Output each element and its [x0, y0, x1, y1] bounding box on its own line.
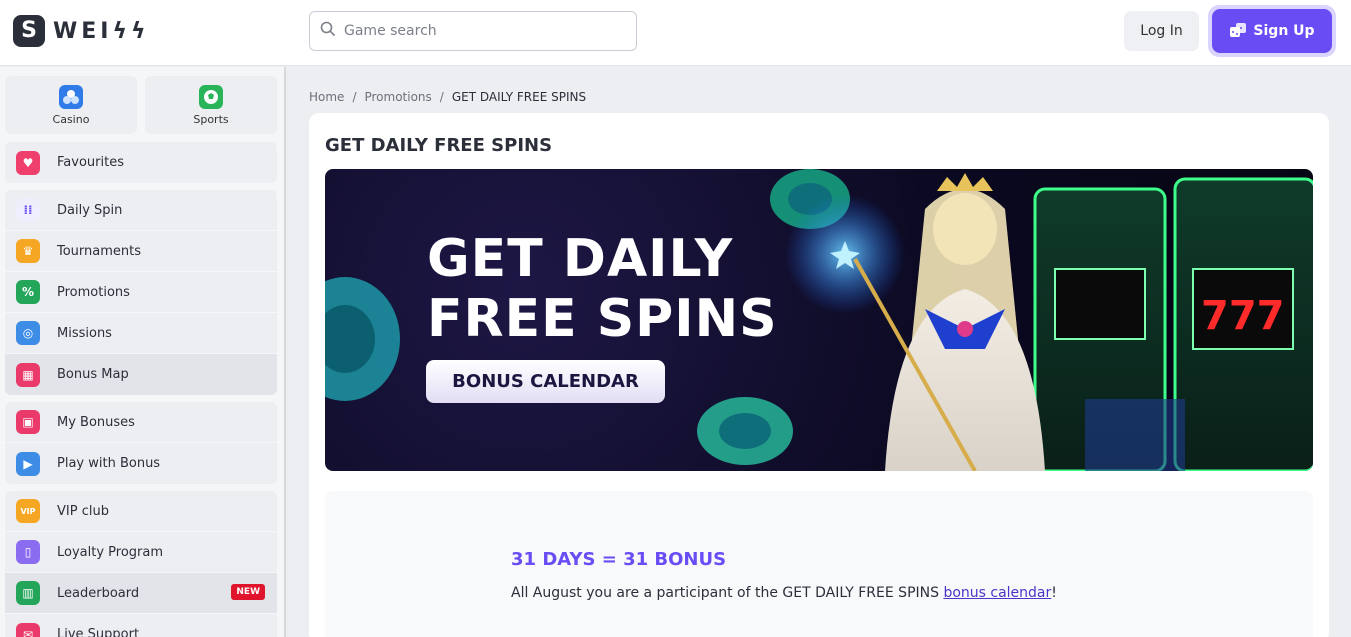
search-input[interactable] [344, 23, 624, 39]
bonus-calendar-button[interactable]: BONUS CALENDAR [426, 360, 665, 403]
banner-heading-line1: GET DAILY [427, 229, 734, 289]
sidebar-group-activities: ⁞⁞ Daily Spin ♛ Tournaments % Promotions… [5, 190, 277, 395]
leaderboard-icon: ▥ [16, 581, 40, 605]
tab-sports-label: Sports [193, 112, 229, 126]
sidebar-item-label: Leaderboard [57, 585, 140, 601]
sidebar-item-label: Favourites [57, 155, 124, 170]
new-badge: NEW [231, 584, 265, 600]
heart-icon: ♥ [16, 150, 40, 175]
sidebar-item-label: Tournaments [57, 243, 142, 259]
sidebar-item-promotions[interactable]: % Promotions [5, 272, 277, 313]
breadcrumb-home-link[interactable]: Home [309, 90, 344, 104]
soccer-ball-icon [199, 84, 223, 109]
breadcrumb-promotions-link[interactable]: Promotions [364, 90, 431, 104]
play-coin-icon: ▶ [16, 451, 40, 476]
sidebar-item-label: My Bonuses [57, 414, 135, 430]
tab-casino-label: Casino [52, 112, 90, 126]
sidebar-scrollbar[interactable] [284, 67, 286, 637]
promo-description-box: 31 DAYS = 31 BONUS All August you are a … [325, 491, 1313, 637]
banner-heading-line2: FREE SPINS [427, 289, 778, 349]
sidebar-group-favourites: ♥ Favourites [5, 142, 277, 183]
sidebar-item-label: Bonus Map [57, 367, 129, 382]
logo-mark: S [13, 15, 45, 47]
chat-icon: ✉ [16, 622, 40, 637]
percent-ticket-icon: % [16, 280, 40, 304]
breadcrumb-separator: / [352, 90, 357, 104]
sidebar-item-label: Play with Bonus [57, 456, 161, 471]
promo-text: All August you are a participant of the … [511, 585, 1057, 601]
sidebar-item-label: Loyalty Program [57, 544, 164, 560]
sidebar-item-missions[interactable]: ◎ Missions [5, 313, 277, 354]
map-icon: ▦ [16, 362, 40, 387]
sidebar-item-label: Live Support [57, 627, 140, 637]
logo-text: WEIϟϟ [53, 18, 150, 44]
sidebar-item-leaderboard[interactable]: ▥ Leaderboard NEW [5, 573, 277, 614]
vip-ticket-icon: VIP [16, 499, 40, 523]
sidebar-item-loyalty-program[interactable]: ▯ Loyalty Program [5, 532, 277, 573]
sidebar-item-tournaments[interactable]: ♛ Tournaments [5, 231, 277, 272]
svg-text:777: 777 [1201, 293, 1285, 339]
promo-heading: 31 DAYS = 31 BONUS [511, 549, 727, 570]
sidebar-item-daily-spin[interactable]: ⁞⁞ Daily Spin [5, 190, 277, 231]
breadcrumb-current: GET DAILY FREE SPINS [451, 90, 587, 104]
tab-sports[interactable]: Sports [145, 76, 277, 134]
sidebar-item-favourites[interactable]: ♥ Favourites [5, 142, 277, 183]
sidebar-item-play-with-bonus[interactable]: ▶ Play with Bonus [5, 443, 277, 484]
gift-icon: ▣ [16, 410, 40, 434]
sidebar-item-vip-club[interactable]: VIP VIP club [5, 491, 277, 532]
promo-banner[interactable]: 777 GET DAILY FREE SPINS BONUS CALENDAR [325, 169, 1313, 471]
promo-text-body: All August you are a participant of the … [511, 585, 944, 601]
tab-casino[interactable]: Casino [5, 76, 137, 134]
breadcrumb-separator: / [439, 90, 444, 104]
signup-button[interactable]: Sign Up [1212, 9, 1332, 53]
target-icon: ◎ [16, 321, 40, 345]
sidebar-item-label: VIP club [57, 503, 109, 519]
signup-button-outline: Sign Up [1208, 5, 1336, 57]
promo-text-end: ! [1051, 585, 1057, 601]
loyalty-card-icon: ▯ [16, 540, 40, 564]
sidebar-item-bonus-map[interactable]: ▦ Bonus Map [5, 354, 277, 395]
sidebar-group-bonuses: ▣ My Bonuses ▶ Play with Bonus [5, 402, 277, 484]
casino-icon [59, 84, 83, 109]
trophy-icon: ♛ [16, 239, 40, 263]
dice-icon [1230, 23, 1247, 37]
promotion-card: GET DAILY FREE SPINS 777 GET DAILY FREE … [309, 113, 1329, 637]
sidebar-item-label: Missions [57, 325, 112, 341]
sidebar-item-label: Daily Spin [57, 202, 123, 218]
search-icon [320, 21, 336, 41]
sidebar-item-my-bonuses[interactable]: ▣ My Bonuses [5, 402, 277, 443]
sidebar-item-label: Promotions [57, 284, 130, 300]
search-box[interactable] [309, 11, 637, 51]
page-title: GET DAILY FREE SPINS [325, 135, 553, 156]
login-button[interactable]: Log In [1124, 11, 1199, 51]
sidebar-top-tabs: Casino Sports [5, 76, 277, 134]
sidebar-item-live-support[interactable]: ✉ Live Support [5, 614, 277, 637]
grid-dots-icon: ⁞⁞ [16, 198, 40, 222]
bonus-calendar-link[interactable]: bonus calendar [943, 585, 1051, 601]
site-logo[interactable]: S WEIϟϟ [13, 15, 150, 47]
top-header: S WEIϟϟ Log In Sign Up [0, 0, 1351, 66]
signup-label: Sign Up [1253, 23, 1315, 39]
sidebar: Casino Sports ♥ Favourites ⁞⁞ Daily Spin… [0, 67, 285, 637]
sidebar-group-loyalty: VIP VIP club ▯ Loyalty Program ▥ Leaderb… [5, 491, 277, 637]
banner-heading: GET DAILY FREE SPINS [427, 229, 778, 349]
breadcrumb: Home / Promotions / GET DAILY FREE SPINS [309, 90, 586, 104]
